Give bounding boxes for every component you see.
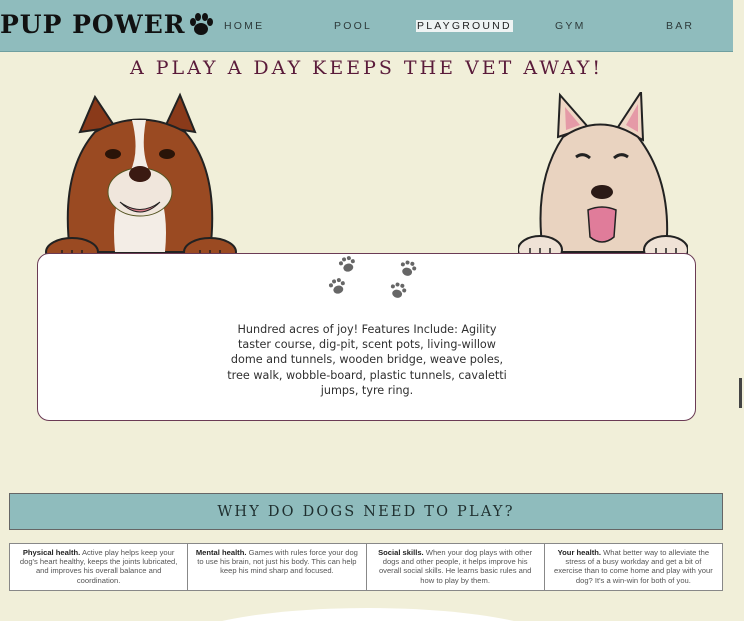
nav-gym[interactable]: GYM bbox=[555, 20, 586, 32]
page-tagline: A PLAY A DAY KEEPS THE VET AWAY! bbox=[129, 57, 604, 79]
reason-title: Social skills. bbox=[378, 548, 424, 557]
reason-title: Physical health. bbox=[22, 548, 81, 557]
reason-social-skills: Social skills. When your dog plays with … bbox=[367, 544, 545, 590]
right-dog-illustration bbox=[518, 92, 688, 265]
next-section-card bbox=[170, 608, 566, 621]
reason-your-health: Your health. What better way to alleviat… bbox=[545, 544, 722, 590]
reason-title: Your health. bbox=[557, 548, 601, 557]
reason-mental-health: Mental health. Games with rules force yo… bbox=[188, 544, 367, 590]
reason-physical-health: Physical health. Active play helps keep … bbox=[10, 544, 189, 590]
left-dog-illustration bbox=[45, 92, 237, 267]
top-nav: PUP POWER HOME POOL PLAYGROUND GYM BAR bbox=[0, 0, 733, 52]
brand-logo[interactable]: PUP POWER bbox=[0, 10, 214, 39]
features-description: Hundred acres of joy! Features Include: … bbox=[227, 323, 507, 397]
nav-home[interactable]: HOME bbox=[224, 20, 264, 32]
reasons-grid: Physical health. Active play helps keep … bbox=[9, 543, 723, 591]
nav-pool[interactable]: POOL bbox=[334, 20, 372, 32]
nav-playground[interactable]: PLAYGROUND bbox=[416, 20, 513, 32]
why-play-heading: WHY DO DOGS NEED TO PLAY? bbox=[9, 493, 723, 530]
paw-icon bbox=[189, 12, 213, 35]
paw-prints-icon bbox=[328, 256, 417, 298]
brand-name: PUP POWER bbox=[0, 10, 186, 39]
reason-title: Mental health. bbox=[195, 548, 247, 557]
nav-bar[interactable]: BAR bbox=[666, 20, 694, 32]
scrollbar-thumb[interactable] bbox=[739, 378, 742, 408]
